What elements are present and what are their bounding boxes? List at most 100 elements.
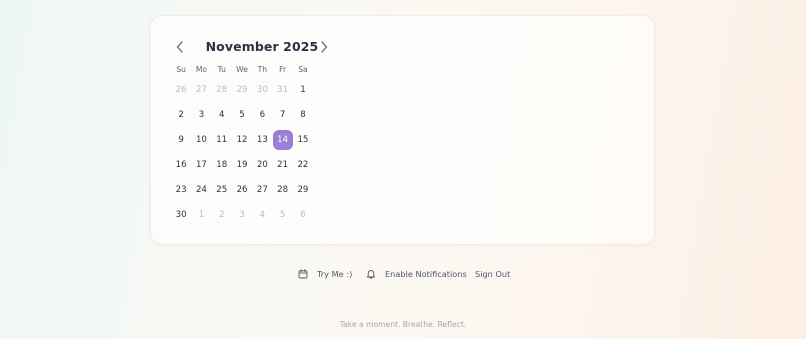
day-cell[interactable]: 27 (191, 78, 211, 103)
day-cell[interactable]: 30 (171, 202, 191, 227)
next-month-button[interactable] (315, 38, 333, 56)
day-cell[interactable]: 20 (252, 153, 272, 178)
enable-notifications-label: Enable Notifications (385, 269, 467, 279)
day-cell[interactable]: 23 (171, 178, 191, 203)
day-number: 16 (175, 160, 187, 171)
day-cell[interactable]: 27 (252, 178, 272, 203)
day-number: 14 (272, 130, 293, 151)
day-cell[interactable]: 22 (293, 153, 313, 178)
sign-out-button[interactable]: Sign Out (475, 265, 510, 283)
day-cell[interactable]: 8 (293, 103, 313, 128)
day-number: 4 (219, 110, 225, 121)
day-number: 29 (236, 85, 248, 96)
footer-tagline: Take a moment. Breathe. Reflect. (339, 320, 467, 329)
day-number: 30 (256, 85, 268, 96)
day-number: 1 (300, 85, 306, 96)
weekday-label: We (236, 65, 248, 74)
day-number: 5 (239, 110, 245, 121)
day-cell[interactable]: 1 (191, 202, 211, 227)
day-cell[interactable]: 4 (252, 202, 272, 227)
day-cell[interactable]: 18 (212, 153, 232, 178)
day-number: 15 (297, 135, 309, 146)
day-cell[interactable]: 3 (232, 202, 252, 227)
day-number: 28 (216, 85, 228, 96)
enable-notifications-button[interactable]: Enable Notifications (366, 265, 467, 283)
day-number: 7 (279, 110, 286, 121)
day-cell[interactable]: 28 (272, 178, 292, 203)
day-cell-selected[interactable]: 14 (272, 128, 293, 153)
day-cell[interactable]: 7 (272, 103, 292, 128)
day-cell[interactable]: 6 (293, 202, 313, 227)
day-cell[interactable]: 9 (171, 128, 191, 153)
day-number: 18 (216, 160, 228, 171)
calendar-icon (298, 269, 308, 279)
weekday-label: Sa (298, 65, 308, 74)
prev-month-button[interactable] (171, 38, 189, 56)
day-cell[interactable]: 16 (171, 153, 191, 178)
day-number: 27 (195, 85, 207, 96)
day-cell[interactable]: 2 (171, 103, 191, 128)
day-number: 2 (219, 209, 225, 220)
day-number: 29 (297, 185, 309, 195)
day-number: 31 (277, 85, 289, 96)
chevron-left-icon (176, 41, 183, 53)
day-cell[interactable]: 4 (212, 103, 232, 128)
day-number: 12 (236, 135, 248, 146)
calendar-card: November 2025 Su Mo Tu We Th Fr Sa 26 27 2… (150, 15, 655, 245)
day-cell[interactable]: 29 (232, 78, 252, 103)
day-cell[interactable]: 13 (252, 128, 272, 153)
day-number: 13 (256, 135, 268, 146)
day-cell[interactable]: 6 (252, 103, 272, 128)
day-cell[interactable]: 12 (232, 128, 252, 153)
day-number: 3 (198, 110, 205, 121)
month-title: November 2025 (205, 39, 319, 54)
day-cell[interactable]: 2 (212, 202, 232, 227)
weekday-label: Th (257, 65, 268, 74)
weekday-label: Mo (195, 65, 208, 74)
day-cell[interactable]: 17 (191, 153, 211, 178)
day-cell[interactable]: 28 (212, 78, 232, 103)
day-cell[interactable]: 26 (232, 178, 252, 203)
day-number: 8 (300, 110, 306, 121)
day-number: 25 (216, 185, 228, 195)
day-number: 17 (195, 160, 207, 171)
day-cell[interactable]: 10 (191, 128, 211, 153)
day-cell[interactable]: 1 (293, 78, 313, 103)
day-number: 23 (175, 185, 187, 195)
day-number: 24 (195, 185, 207, 195)
day-cell[interactable]: 24 (191, 178, 211, 203)
day-cell[interactable]: 31 (272, 78, 292, 103)
day-cell[interactable]: 5 (232, 103, 252, 128)
bell-icon (366, 269, 376, 279)
weekday-label: Fr (279, 65, 287, 74)
day-cell[interactable]: 30 (252, 78, 272, 103)
chevron-right-icon (321, 41, 328, 53)
day-number: 5 (279, 209, 286, 220)
day-number: 21 (277, 160, 289, 171)
day-cell[interactable]: 15 (293, 128, 313, 153)
action-bar: Try Me :) Enable Notifications Sign Out (0, 265, 806, 283)
try-me-button[interactable]: Try Me :) (298, 265, 352, 283)
day-cell[interactable]: 21 (272, 153, 292, 178)
weekday-label: Su (176, 65, 186, 74)
day-cell[interactable]: 11 (212, 128, 232, 153)
day-number: 2 (178, 110, 184, 121)
day-number: 11 (216, 135, 228, 146)
day-number: 6 (259, 110, 266, 121)
day-number: 28 (277, 185, 289, 195)
day-cell[interactable]: 29 (293, 178, 313, 203)
try-me-label: Try Me :) (317, 269, 353, 279)
weekday-row: Su Mo Tu We Th Fr Sa (171, 65, 313, 75)
day-number: 19 (236, 160, 248, 171)
day-number: 26 (175, 85, 187, 96)
day-cell[interactable]: 26 (171, 78, 191, 103)
day-cell[interactable]: 3 (191, 103, 211, 128)
day-number: 22 (297, 160, 309, 171)
day-cell[interactable]: 25 (212, 178, 232, 203)
day-number: 26 (236, 185, 248, 195)
day-number: 6 (300, 209, 306, 220)
day-number: 30 (175, 209, 187, 220)
day-number: 4 (259, 209, 266, 220)
day-cell[interactable]: 5 (272, 202, 292, 227)
day-cell[interactable]: 19 (232, 153, 252, 178)
